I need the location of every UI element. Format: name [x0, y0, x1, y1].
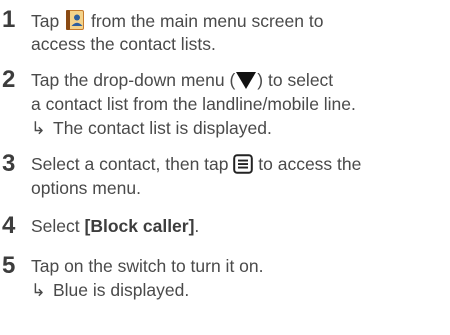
step-text-line: Select [Block caller]. — [31, 215, 199, 237]
triangle-down-icon — [235, 70, 257, 95]
step-text: . — [194, 216, 200, 236]
step-text: Select a contact, then tap — [31, 154, 229, 174]
menu-option-label: [Block caller] — [84, 216, 195, 236]
step-text: Tap — [31, 11, 60, 31]
step-text-line: a contact list from the landline/mobile … — [31, 94, 356, 114]
step-number: 1 — [2, 6, 16, 33]
step-result: ↳ Blue is displayed. — [31, 279, 189, 301]
step-text: to access the — [258, 154, 362, 174]
step-text-line: access the contact lists. — [31, 34, 216, 54]
result-arrow-icon: ↳ — [31, 280, 46, 300]
step-result: ↳ The contact list is displayed. — [31, 117, 272, 139]
step-number: 3 — [2, 150, 16, 177]
step-text-line: Tap the drop-down menu ( ) to select — [31, 69, 333, 95]
step-text-line: Tap from the main menu screen to — [31, 9, 323, 36]
step-text-line: Select a contact, then tap to access the — [31, 153, 361, 179]
result-arrow-icon: ↳ — [31, 118, 46, 138]
step-number: 2 — [2, 66, 16, 93]
step-text-line: Tap on the switch to turn it on. — [31, 256, 264, 276]
step-text: ) to select — [257, 70, 334, 90]
step-text: from the main menu screen to — [90, 11, 324, 31]
contacts-book-icon — [64, 9, 86, 36]
instruction-page: 1 Tap from the main menu screen to acces… — [0, 0, 450, 335]
step-number: 4 — [2, 212, 16, 239]
menu-icon — [233, 154, 254, 179]
step-text: Tap the drop-down menu ( — [31, 70, 236, 90]
step-text-line: options menu. — [31, 178, 141, 198]
step-text: Select — [31, 216, 80, 236]
result-text: The contact list is displayed. — [53, 118, 272, 138]
result-text: Blue is displayed. — [53, 280, 190, 300]
step-number: 5 — [2, 252, 16, 279]
